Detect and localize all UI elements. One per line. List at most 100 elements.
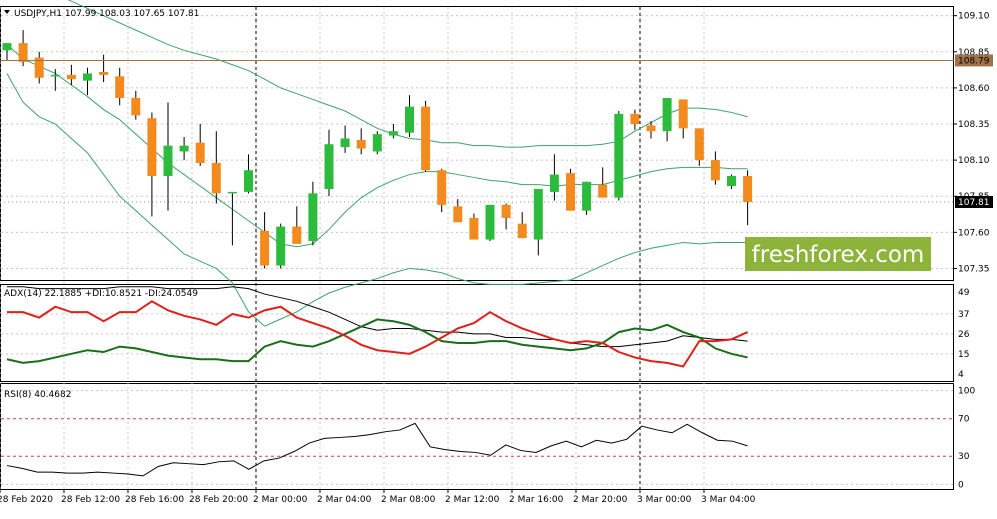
- candle: [147, 112, 157, 217]
- candle-body: [405, 106, 414, 133]
- adx-caption: ADX(14) 22.1885 +DI:10.8521 -DI:24.0549: [4, 289, 198, 299]
- time-tick-label: 3 Mar 04:00: [701, 495, 756, 505]
- candle-body: [163, 145, 173, 176]
- candle: [211, 131, 221, 204]
- candle: [710, 151, 720, 185]
- candle: [372, 131, 382, 155]
- candle: [179, 137, 189, 161]
- candle: [195, 124, 205, 166]
- candle-body: [549, 174, 559, 192]
- candle-body: [324, 144, 334, 189]
- candle: [549, 154, 559, 201]
- candle-body: [694, 128, 704, 161]
- candle: [501, 203, 511, 230]
- time-tick-label: 3 Mar 00:00: [637, 495, 692, 505]
- candle: [324, 129, 334, 197]
- candle: [662, 98, 672, 142]
- chart-canvas[interactable]: 109.10108.85108.60108.35108.10107.85107.…: [0, 0, 997, 515]
- candle: [614, 111, 624, 201]
- candle: [437, 168, 447, 213]
- candle: [517, 212, 527, 239]
- candle-body: [83, 73, 92, 81]
- candle-body: [227, 191, 237, 194]
- candle: [99, 54, 109, 83]
- candle-body: [2, 43, 12, 51]
- watermark-text: freshforex.com: [752, 242, 925, 268]
- candle: [533, 189, 543, 256]
- candle: [131, 90, 141, 120]
- candle-body: [276, 226, 286, 266]
- price-tick-label: 108.60: [958, 84, 990, 94]
- candle-body: [340, 138, 350, 148]
- adx-tick-label: 26: [958, 330, 970, 340]
- time-tick-label: 2 Mar 12:00: [445, 495, 500, 505]
- candle: [83, 67, 92, 96]
- candle-body: [566, 173, 575, 211]
- candle: [260, 212, 270, 269]
- candle-body: [598, 184, 608, 198]
- candle-body: [308, 193, 318, 241]
- price-axis-ticks: 109.10108.85108.60108.35108.10107.85107.…: [953, 12, 990, 490]
- candle-body: [66, 74, 76, 80]
- candle-body: [131, 98, 141, 116]
- candle-body: [195, 142, 205, 163]
- candle-body: [421, 106, 431, 171]
- time-tick-label: 2 Mar 16:00: [509, 495, 564, 505]
- candle: [388, 124, 398, 139]
- candle-body: [710, 160, 720, 181]
- candle-body: [115, 76, 125, 98]
- symbol-menu-icon[interactable]: [4, 10, 10, 14]
- adx-panel-frame: [0, 284, 954, 382]
- candle: [421, 100, 431, 172]
- price-tick-label: 107.35: [958, 264, 990, 274]
- candle: [34, 51, 44, 84]
- candle-body: [501, 204, 511, 218]
- candle-body: [292, 226, 302, 244]
- bollinger-bands: [6, 0, 748, 327]
- candle-body: [678, 99, 688, 129]
- candle-body: [50, 74, 60, 77]
- candle-body: [727, 176, 736, 187]
- candle: [115, 67, 125, 106]
- candle-body: [646, 125, 656, 132]
- candle: [727, 174, 736, 189]
- candle-body: [211, 163, 221, 194]
- adx-tick-label: 15: [958, 350, 969, 360]
- candle: [2, 43, 12, 61]
- candle: [227, 191, 237, 246]
- price-tick-label: 108.10: [958, 156, 990, 166]
- chart-svg: 109.10108.85108.60108.35108.10107.85107.…: [0, 0, 993, 505]
- candle: [582, 181, 592, 215]
- candle: [598, 167, 608, 198]
- rsi-series-line: [6, 422, 748, 477]
- candle-body: [582, 181, 592, 211]
- candle-body: [485, 204, 495, 240]
- symbol-caption: USDJPY,H1 107.99 108.03 107.65 107.81: [14, 9, 199, 19]
- candle: [163, 102, 173, 211]
- price-tick-label: 107.60: [958, 228, 990, 238]
- rsi-panel-frame: [0, 383, 954, 490]
- price-tick-label: 108.35: [958, 120, 990, 130]
- candle-body: [244, 170, 253, 192]
- candle-body: [517, 223, 527, 239]
- adx-tick-label: 4: [958, 370, 964, 380]
- candle-body: [356, 139, 366, 149]
- rsi-caption: RSI(8) 40.4682: [4, 390, 71, 400]
- rsi-lines: [6, 422, 748, 477]
- candle-body: [614, 113, 624, 198]
- candle: [292, 206, 302, 244]
- candle: [453, 199, 463, 223]
- candle-body: [372, 134, 382, 152]
- time-tick-label: 2 Mar 00:00: [253, 495, 308, 505]
- time-tick-label: 28 Feb 20:00: [189, 495, 248, 505]
- time-axis: 28 Feb 2020 28 Feb 12:00 28 Feb 16:00 28 Fe…: [0, 489, 756, 505]
- time-tick-label: 28 Feb 2020: [0, 495, 53, 505]
- candle: [308, 181, 318, 246]
- candle-body: [743, 176, 753, 202]
- bollinger-upper-line: [67, 0, 748, 148]
- rsi-tick-label: 0: [958, 480, 964, 490]
- candle: [469, 213, 479, 240]
- time-tick-label: 28 Feb 16:00: [125, 495, 184, 505]
- candle: [405, 95, 414, 137]
- candle-body: [388, 131, 398, 136]
